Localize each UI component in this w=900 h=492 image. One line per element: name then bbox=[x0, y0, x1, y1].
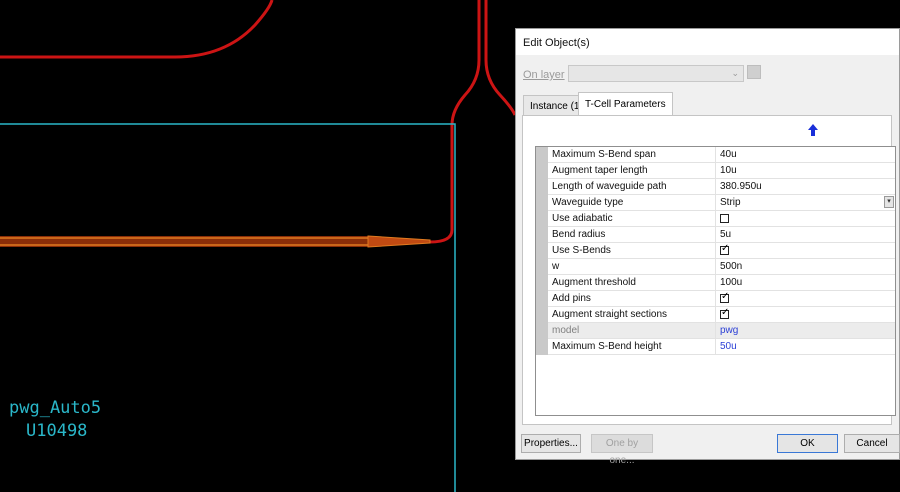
column-divider bbox=[715, 147, 716, 163]
parameter-name: Add pins bbox=[552, 293, 591, 304]
parameter-name: Bend radius bbox=[552, 229, 606, 240]
parameter-value[interactable]: 40u bbox=[720, 149, 890, 160]
parameter-value[interactable]: 100u bbox=[720, 277, 890, 288]
parameter-name: Length of waveguide path bbox=[552, 181, 667, 192]
parameter-value[interactable]: Strip bbox=[720, 197, 890, 208]
parameter-row[interactable]: Use S-Bends ✓ bbox=[536, 243, 895, 259]
parameter-row[interactable]: Length of waveguide path 380.950u bbox=[536, 179, 895, 195]
column-divider bbox=[715, 227, 716, 243]
edit-objects-dialog: Edit Object(s) On layer ⌄ Instance (1) T… bbox=[515, 28, 900, 466]
dialog-title: Edit Object(s) bbox=[523, 37, 590, 49]
red-wire-fork-right bbox=[484, 0, 517, 116]
column-divider bbox=[715, 163, 716, 179]
column-divider bbox=[715, 323, 716, 339]
checkmark-icon: ✓ bbox=[721, 291, 730, 302]
parameter-row[interactable]: Bend radius 5u bbox=[536, 227, 895, 243]
column-divider bbox=[715, 291, 716, 307]
column-divider bbox=[715, 195, 716, 211]
row-gutter bbox=[536, 195, 548, 211]
row-gutter bbox=[536, 323, 548, 339]
parameter-name: Maximum S-Bend height bbox=[552, 341, 662, 352]
parameter-checkbox[interactable]: ✓ bbox=[720, 291, 730, 303]
chevron-down-icon: ⌄ bbox=[731, 68, 739, 78]
parameter-name: model bbox=[552, 325, 580, 336]
row-gutter bbox=[536, 307, 548, 323]
parameter-name: Maximum S-Bend span bbox=[552, 149, 656, 160]
parameter-row[interactable]: Maximum S-Bend span 40u bbox=[536, 147, 895, 163]
instance-id-label: U10498 bbox=[26, 421, 88, 441]
parameter-row[interactable]: Augment straight sections ✓ bbox=[536, 307, 895, 323]
properties-button[interactable]: Properties... bbox=[521, 434, 581, 453]
row-gutter bbox=[536, 179, 548, 195]
parameter-name: Augment taper length bbox=[552, 165, 648, 176]
column-divider bbox=[715, 243, 716, 259]
column-divider bbox=[715, 211, 716, 227]
parameter-value[interactable]: 50u bbox=[720, 341, 890, 352]
parameter-value[interactable]: 5u bbox=[720, 229, 890, 240]
parameter-grid: Maximum S-Bend span 40u Augment taper leng… bbox=[535, 146, 896, 416]
row-gutter bbox=[536, 275, 548, 291]
row-gutter bbox=[536, 211, 548, 227]
parameter-name: w bbox=[552, 261, 560, 272]
parameter-checkbox[interactable]: ✓ bbox=[720, 307, 730, 319]
parameter-row[interactable]: Maximum S-Bend height 50u bbox=[536, 339, 895, 355]
row-gutter bbox=[536, 227, 548, 243]
parameter-value[interactable]: 380.950u bbox=[720, 181, 890, 192]
parameter-row[interactable]: Augment taper length 10u bbox=[536, 163, 895, 179]
parameter-checkbox[interactable]: ✓ bbox=[720, 243, 730, 255]
on-layer-select[interactable]: ⌄ bbox=[568, 65, 744, 82]
parameter-row[interactable]: Waveguide type Strip ▾ bbox=[536, 195, 895, 211]
parameter-checkbox[interactable] bbox=[720, 214, 729, 223]
parameter-row[interactable]: Augment threshold 100u bbox=[536, 275, 895, 291]
parameter-value[interactable]: 10u bbox=[720, 165, 890, 176]
up-arrow-icon[interactable] bbox=[808, 124, 818, 136]
dropdown-arrow-icon[interactable]: ▾ bbox=[884, 196, 894, 208]
column-divider bbox=[715, 259, 716, 275]
tcell-parameters-panel: Maximum S-Bend span 40u Augment taper leng… bbox=[522, 115, 896, 425]
parameter-row[interactable]: Use adiabatic bbox=[536, 211, 895, 227]
parameter-name: Use adiabatic bbox=[552, 213, 613, 224]
parameter-row[interactable]: w 500n bbox=[536, 259, 895, 275]
row-gutter bbox=[536, 339, 548, 355]
instance-name-label: pwg_Auto5 bbox=[9, 398, 102, 418]
parameter-name: Use S-Bends bbox=[552, 245, 611, 256]
tab-tcell-parameters[interactable]: T-Cell Parameters bbox=[578, 92, 673, 116]
on-layer-label: On layer bbox=[523, 69, 565, 81]
parameter-name: Augment straight sections bbox=[552, 309, 668, 320]
column-divider bbox=[715, 275, 716, 291]
row-gutter bbox=[536, 163, 548, 179]
parameter-row[interactable]: model pwg bbox=[536, 323, 895, 339]
parameter-name: Waveguide type bbox=[552, 197, 624, 208]
waveguide-taper bbox=[367, 235, 431, 248]
red-wire-top bbox=[0, 0, 274, 59]
one-by-one-button[interactable]: One by one... bbox=[591, 434, 653, 466]
parameter-value[interactable]: 500n bbox=[720, 261, 890, 272]
dialog-titlebar[interactable]: Edit Object(s) bbox=[516, 29, 899, 55]
row-gutter bbox=[536, 259, 548, 275]
row-gutter bbox=[536, 291, 548, 307]
row-gutter bbox=[536, 243, 548, 259]
parameter-value: pwg bbox=[720, 325, 739, 336]
column-divider bbox=[715, 307, 716, 323]
checkmark-icon: ✓ bbox=[721, 243, 730, 254]
parameter-row[interactable]: Add pins ✓ bbox=[536, 291, 895, 307]
column-divider bbox=[715, 339, 716, 355]
column-divider bbox=[715, 179, 716, 195]
ok-button[interactable]: OK bbox=[777, 434, 838, 453]
checkmark-icon: ✓ bbox=[721, 307, 730, 318]
layer-picker-button[interactable] bbox=[747, 65, 761, 79]
cancel-button[interactable]: Cancel bbox=[844, 434, 900, 453]
parameter-name: Augment threshold bbox=[552, 277, 636, 288]
row-gutter bbox=[536, 147, 548, 163]
